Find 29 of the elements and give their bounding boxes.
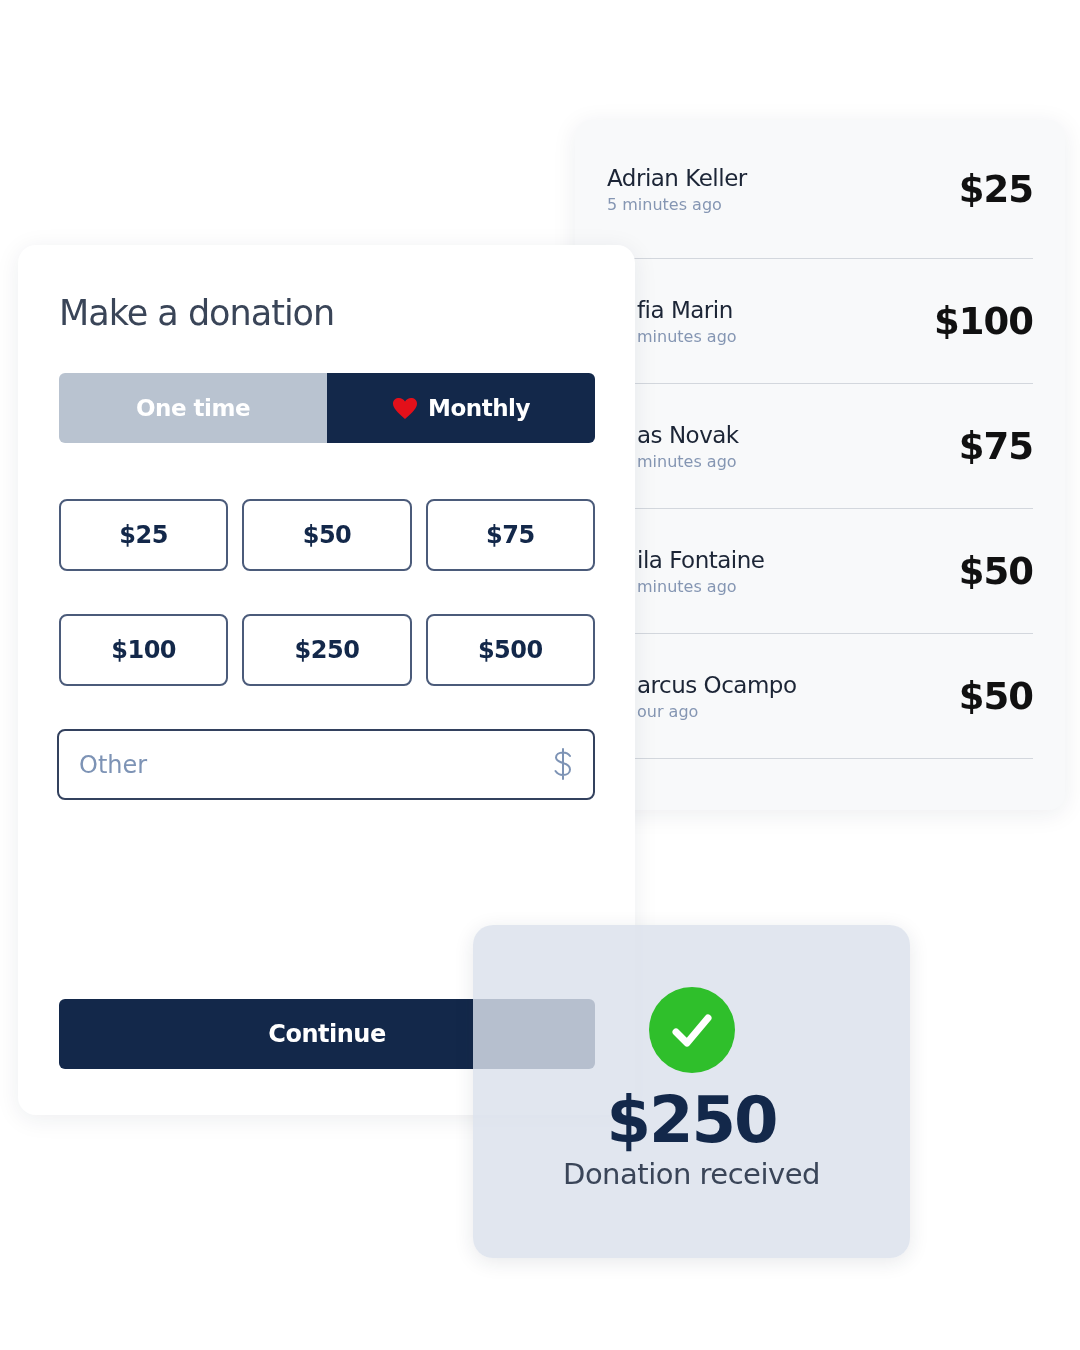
amount-button[interactable]: $50 [242, 499, 412, 571]
donor-name: Adrian Keller [607, 164, 747, 191]
amount-button[interactable]: $75 [425, 499, 595, 571]
check-icon [648, 987, 735, 1073]
amount-button[interactable]: $500 [425, 614, 595, 686]
donor-name: fia Marin [637, 296, 734, 323]
donor-name: arcus Ocampo [637, 671, 797, 698]
donation-time: 5 minutes ago [607, 194, 723, 214]
donation-amount: $25 [958, 167, 1033, 211]
frequency-tab[interactable]: Monthly [327, 373, 595, 443]
donation-amount: $50 [958, 674, 1033, 718]
donation-amount: $75 [958, 424, 1033, 468]
heart-icon [392, 396, 419, 420]
amount-button[interactable]: $25 [59, 499, 229, 571]
donation-time: minutes ago [637, 326, 737, 346]
donation-amount: $100 [934, 299, 1033, 343]
donor-name: as Novak [637, 421, 739, 448]
donation-time: minutes ago [637, 576, 738, 596]
donor-name: ila Fontaine [637, 546, 765, 573]
form-title: Make a donation [59, 293, 336, 333]
dollar-icon [553, 748, 573, 780]
donation-time: our ago [637, 701, 700, 721]
amount-button[interactable]: $100 [59, 614, 229, 686]
amount-button[interactable]: $250 [242, 614, 412, 686]
confirmation-message: Donation received [563, 1157, 820, 1191]
donation-time: minutes ago [637, 451, 738, 471]
confirmation-amount: $250 [606, 1083, 777, 1157]
other-amount-field[interactable]: Other [57, 729, 595, 800]
donation-amount: $50 [958, 549, 1033, 593]
